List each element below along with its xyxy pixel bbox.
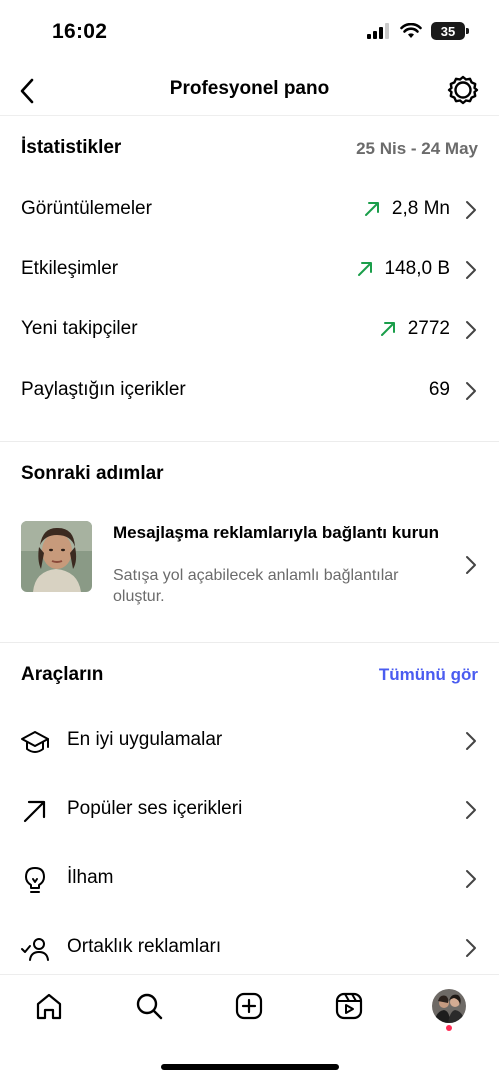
stat-value: 2772 <box>407 318 450 339</box>
next-step-title: Mesajlaşma reklamlarıyla bağlantı kurun <box>113 523 439 542</box>
next-step-thumbnail <box>21 521 92 592</box>
battery-level: 35 <box>440 23 456 39</box>
status-icons: 35 <box>367 22 469 40</box>
stat-label: Görüntülemeler <box>21 198 152 219</box>
stat-row-new-followers[interactable]: Yeni takipçiler 2772 <box>0 300 499 360</box>
chevron-right-icon <box>466 382 476 400</box>
tools-heading: Araçların <box>21 664 104 685</box>
nav-bar: Profesyonel pano <box>0 66 499 116</box>
tab-search[interactable] <box>132 989 166 1023</box>
tool-item-inspiration[interactable]: İlham <box>0 849 499 909</box>
stats-date-range: 25 Nis - 24 May <box>356 139 478 158</box>
section-divider <box>0 441 499 442</box>
page-title: Profesyonel pano <box>169 78 330 99</box>
create-icon <box>235 992 263 1020</box>
next-step-card[interactable]: Mesajlaşma reklamlarıyla bağlantı kurun … <box>0 518 499 614</box>
search-icon <box>136 993 163 1020</box>
tab-profile[interactable] <box>432 989 466 1023</box>
stat-value-wrap: 69 <box>429 379 450 401</box>
home-indicator <box>161 1064 339 1070</box>
avatar-photo-icon <box>432 989 466 1023</box>
profile-avatar <box>432 989 466 1023</box>
stat-value: 69 <box>428 379 450 400</box>
trend-up-icon <box>380 322 395 336</box>
stat-label: Etkileşimler <box>21 258 119 279</box>
tool-label: En iyi uygulamalar <box>67 729 223 750</box>
stat-row-interactions[interactable]: Etkileşimler 148,0 B <box>0 240 499 300</box>
chevron-right-icon <box>466 556 476 574</box>
next-steps-heading: Sonraki adımlar <box>21 463 164 484</box>
battery-icon: 35 <box>431 22 469 40</box>
person-photo-icon <box>21 521 92 592</box>
tab-reels[interactable] <box>332 989 366 1023</box>
lightbulb-icon <box>25 867 45 893</box>
trend-up-icon <box>357 262 372 276</box>
stat-label: Yeni takipçiler <box>21 318 138 339</box>
chevron-right-icon <box>466 870 476 888</box>
tool-label: İlham <box>67 867 114 888</box>
tool-item-partnership-ads[interactable]: Ortaklık reklamları <box>0 918 499 978</box>
settings-button[interactable] <box>447 74 479 106</box>
tab-create[interactable] <box>232 989 266 1023</box>
section-divider <box>0 642 499 643</box>
tool-label: Popüler ses içerikleri <box>67 798 243 819</box>
notification-dot <box>446 1025 452 1031</box>
chevron-right-icon <box>466 201 476 219</box>
tool-item-popular-audio[interactable]: Popüler ses içerikleri <box>0 780 499 840</box>
status-time: 16:02 <box>52 20 108 43</box>
tab-bar <box>0 974 499 1080</box>
see-all-link[interactable]: Tümünü gör <box>379 665 478 685</box>
arrow-up-right-icon <box>23 800 46 823</box>
tool-label: Ortaklık reklamları <box>67 936 222 957</box>
stat-row-views[interactable]: Görüntülemeler 2,8 Mn <box>0 180 499 240</box>
status-bar: 16:02 35 <box>0 0 499 66</box>
tab-home[interactable] <box>32 989 66 1023</box>
chevron-right-icon <box>466 732 476 750</box>
graduation-cap-icon <box>21 731 49 753</box>
stat-value: 148,0 B <box>384 258 451 279</box>
chevron-right-icon <box>466 939 476 957</box>
home-icon <box>36 993 62 1020</box>
stat-value-wrap: 2772 <box>380 318 450 340</box>
next-step-subtitle: Satışa yol açabilecek anlamlı bağlantıla… <box>113 567 399 605</box>
stats-heading: İstatistikler <box>21 137 122 158</box>
stat-row-shared-content[interactable]: Paylaştığın içerikler 69 <box>0 361 499 421</box>
chevron-right-icon <box>466 261 476 279</box>
stat-value: 2,8 Mn <box>391 198 450 219</box>
tool-item-best-practices[interactable]: En iyi uygulamalar <box>0 711 499 771</box>
signal-icon <box>367 23 389 39</box>
gear-icon <box>447 75 479 105</box>
stat-value-wrap: 148,0 B <box>357 258 451 280</box>
trend-up-icon <box>364 202 379 216</box>
chevron-right-icon <box>466 321 476 339</box>
partner-user-icon <box>21 938 49 961</box>
reels-icon <box>335 992 363 1020</box>
chevron-right-icon <box>466 801 476 819</box>
stat-label: Paylaştığın içerikler <box>21 379 186 400</box>
stat-value-wrap: 2,8 Mn <box>364 198 450 220</box>
wifi-icon <box>400 23 422 38</box>
